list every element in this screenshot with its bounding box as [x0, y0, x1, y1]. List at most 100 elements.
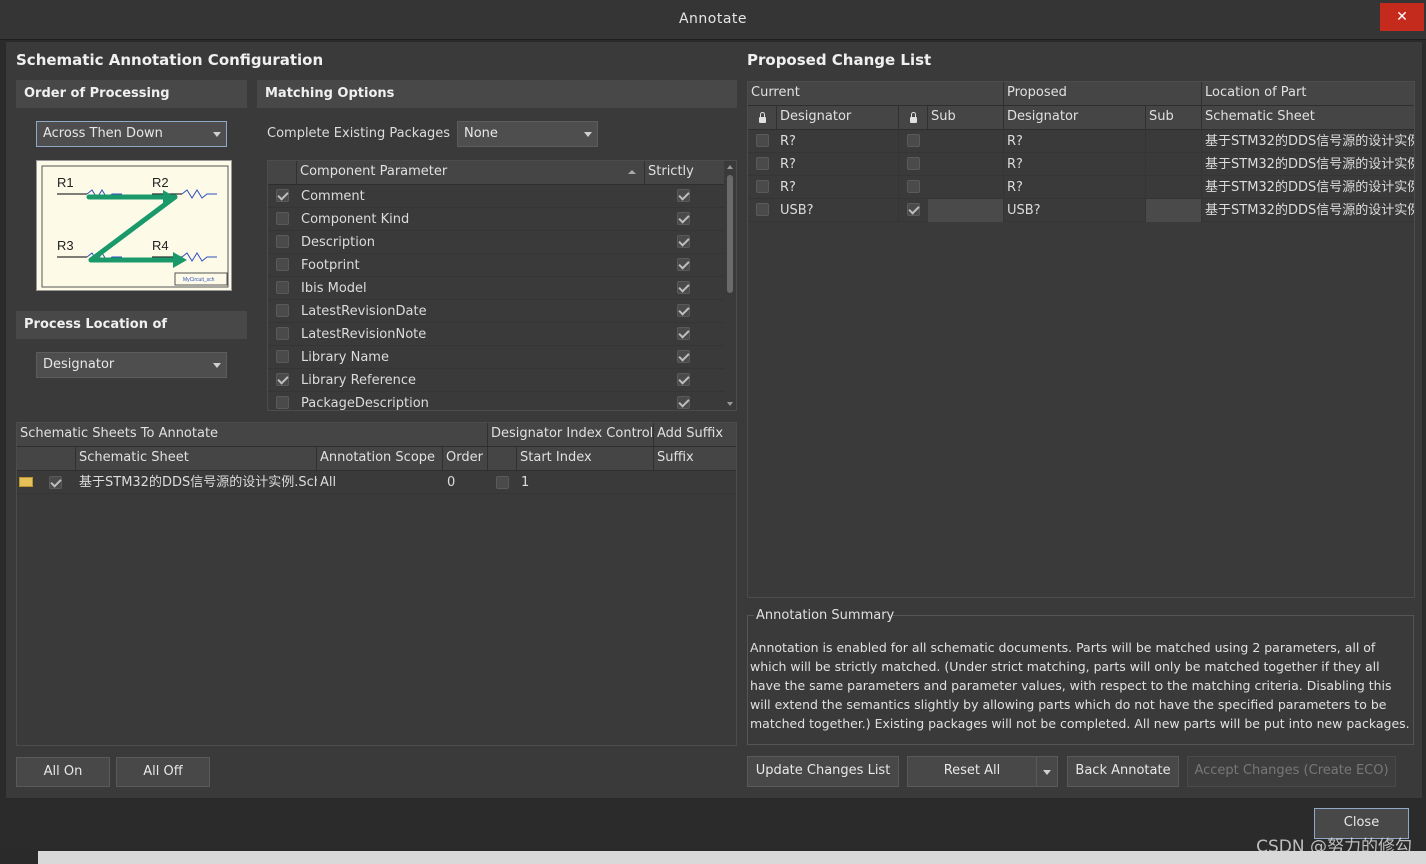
sub-lock-checkbox[interactable]: [907, 157, 920, 170]
change-row[interactable]: USB? USB? 基于STM32的DDS信号源的设计实例.SchDoc: [748, 199, 1414, 222]
parameter-strict-checkbox[interactable]: [677, 396, 690, 409]
location-sheet: 基于STM32的DDS信号源的设计实例.SchDoc: [1205, 134, 1414, 149]
header-schematic-sheet[interactable]: Schematic Sheet: [76, 447, 317, 470]
accept-changes-button[interactable]: Accept Changes (Create ECO): [1187, 756, 1396, 787]
header-proposed-designator[interactable]: Designator: [1004, 106, 1146, 129]
sheet-enable-checkbox[interactable]: [49, 476, 62, 489]
order-of-processing-dropdown[interactable]: Across Then Down: [36, 121, 227, 147]
header-suffix[interactable]: Suffix: [654, 447, 736, 470]
header-strictly[interactable]: Strictly: [645, 161, 725, 184]
reset-all-dropdown[interactable]: [1036, 756, 1058, 787]
change-row[interactable]: R? R? 基于STM32的DDS信号源的设计实例.SchDoc: [748, 130, 1414, 153]
processing-order-diagram: R1 R2 R3 R4 MyCircuit_sch: [36, 160, 232, 291]
process-location-dropdown[interactable]: Designator: [36, 352, 227, 378]
parameter-name: Comment: [301, 189, 365, 204]
window-close-button[interactable]: ✕: [1380, 3, 1424, 31]
chevron-down-icon: [1043, 770, 1051, 775]
parameter-row[interactable]: Library Name: [268, 346, 725, 369]
scroll-down-icon[interactable]: [727, 402, 733, 406]
proposed-sub: [1146, 199, 1202, 222]
parameter-enable-checkbox[interactable]: [276, 281, 289, 294]
current-lock-checkbox[interactable]: [756, 134, 769, 147]
parameter-enable-checkbox[interactable]: [276, 350, 289, 363]
watermark: CSDN @努力的修勾: [1256, 837, 1412, 857]
current-lock-checkbox[interactable]: [756, 180, 769, 193]
parameter-row[interactable]: Footprint: [268, 254, 725, 277]
parameter-row[interactable]: Component Kind: [268, 208, 725, 231]
current-lock-checkbox[interactable]: [756, 157, 769, 170]
parameter-enable-checkbox[interactable]: [276, 212, 289, 225]
parameter-name: PackageDescription: [301, 396, 429, 411]
parameter-enable-checkbox[interactable]: [276, 327, 289, 340]
proposed-designator: R?: [1004, 176, 1146, 199]
header-current-designator[interactable]: Designator: [777, 106, 899, 129]
parameter-enable-checkbox[interactable]: [276, 396, 289, 409]
parameter-row[interactable]: LatestRevisionNote: [268, 323, 725, 346]
parameter-enable-checkbox[interactable]: [276, 258, 289, 271]
parameter-scroll-thumb[interactable]: [727, 175, 733, 293]
change-row[interactable]: R? R? 基于STM32的DDS信号源的设计实例.SchDoc: [748, 153, 1414, 176]
sheet-scope[interactable]: All: [317, 471, 443, 494]
location-sheet: 基于STM32的DDS信号源的设计实例.SchDoc: [1205, 157, 1414, 172]
parameter-scrollbar[interactable]: [724, 161, 736, 410]
sheet-row[interactable]: 基于STM32的DDS信号源的设计实例.SchDoc All 0 1: [17, 471, 736, 494]
scroll-up-icon[interactable]: [727, 165, 733, 169]
sheet-order[interactable]: 0: [443, 471, 488, 494]
parameter-name: LatestRevisionDate: [301, 304, 427, 319]
parameter-grid-header: Component Parameter Strictly: [268, 161, 725, 185]
sub-lock-checkbox[interactable]: [907, 180, 920, 193]
chevron-down-icon: [584, 132, 592, 137]
header-current-sub[interactable]: Sub: [928, 106, 1004, 129]
group-header-proposed: Proposed: [1004, 82, 1202, 105]
back-annotate-button[interactable]: Back Annotate: [1067, 756, 1179, 787]
diagram-svg: R1 R2 R3 R4 MyCircuit_sch: [41, 165, 229, 288]
all-off-button[interactable]: All Off: [116, 757, 210, 787]
all-on-button[interactable]: All On: [16, 757, 110, 787]
parameter-enable-checkbox[interactable]: [276, 373, 289, 386]
change-list-column-header: Designator Sub Designator Sub Schematic …: [748, 106, 1414, 130]
parameter-enable-checkbox[interactable]: [276, 189, 289, 202]
current-lock-checkbox[interactable]: [756, 203, 769, 216]
parameter-strict-checkbox[interactable]: [677, 189, 690, 202]
header-schematic-sheet-location[interactable]: Schematic Sheet: [1202, 106, 1414, 129]
location-sheet: 基于STM32的DDS信号源的设计实例.SchDoc: [1205, 180, 1414, 195]
complete-packages-dropdown[interactable]: None: [457, 121, 598, 147]
header-component-parameter-label: Component Parameter: [300, 164, 448, 179]
update-changes-list-button[interactable]: Update Changes List: [747, 756, 899, 787]
reset-all-button[interactable]: Reset All: [907, 756, 1037, 787]
parameter-enable-checkbox[interactable]: [276, 304, 289, 317]
parameter-strict-checkbox[interactable]: [677, 373, 690, 386]
sub-lock-checkbox[interactable]: [907, 203, 920, 216]
parameter-row[interactable]: Comment: [268, 185, 725, 208]
parameter-name: LatestRevisionNote: [301, 327, 427, 342]
parameter-enable-checkbox[interactable]: [276, 235, 289, 248]
parameter-row[interactable]: PackageDescription: [268, 392, 725, 411]
sheet-start-index[interactable]: 1: [517, 471, 654, 494]
start-index-checkbox[interactable]: [496, 476, 509, 489]
parameter-strict-checkbox[interactable]: [677, 212, 690, 225]
diagram-label-r2: R2: [152, 175, 169, 190]
header-start-index[interactable]: Start Index: [517, 447, 654, 470]
process-location-header: Process Location of: [16, 311, 247, 339]
parameter-row[interactable]: LatestRevisionDate: [268, 300, 725, 323]
header-proposed-sub[interactable]: Sub: [1146, 106, 1202, 129]
parameter-strict-checkbox[interactable]: [677, 258, 690, 271]
header-annotation-scope[interactable]: Annotation Scope: [317, 447, 443, 470]
header-order[interactable]: Order: [443, 447, 488, 470]
parameter-row[interactable]: Ibis Model: [268, 277, 725, 300]
parameter-strict-checkbox[interactable]: [677, 327, 690, 340]
parameter-strict-checkbox[interactable]: [677, 350, 690, 363]
parameter-strict-checkbox[interactable]: [677, 281, 690, 294]
change-rows: R?R?基于STM32的DDS信号源的设计实例.SchDocR?R?基于STM3…: [748, 130, 1414, 596]
parameter-strict-checkbox[interactable]: [677, 304, 690, 317]
current-designator: USB?: [777, 199, 899, 222]
parameter-row[interactable]: Description: [268, 231, 725, 254]
change-row[interactable]: R? R? 基于STM32的DDS信号源的设计实例.SchDoc: [748, 176, 1414, 199]
sheet-document-icon: [19, 477, 33, 487]
proposed-designator: R?: [1004, 153, 1146, 176]
parameter-row[interactable]: Library Reference: [268, 369, 725, 392]
sub-lock-checkbox[interactable]: [907, 134, 920, 147]
parameter-name: Library Reference: [301, 373, 417, 388]
header-component-parameter[interactable]: Component Parameter: [297, 161, 645, 184]
parameter-strict-checkbox[interactable]: [677, 235, 690, 248]
